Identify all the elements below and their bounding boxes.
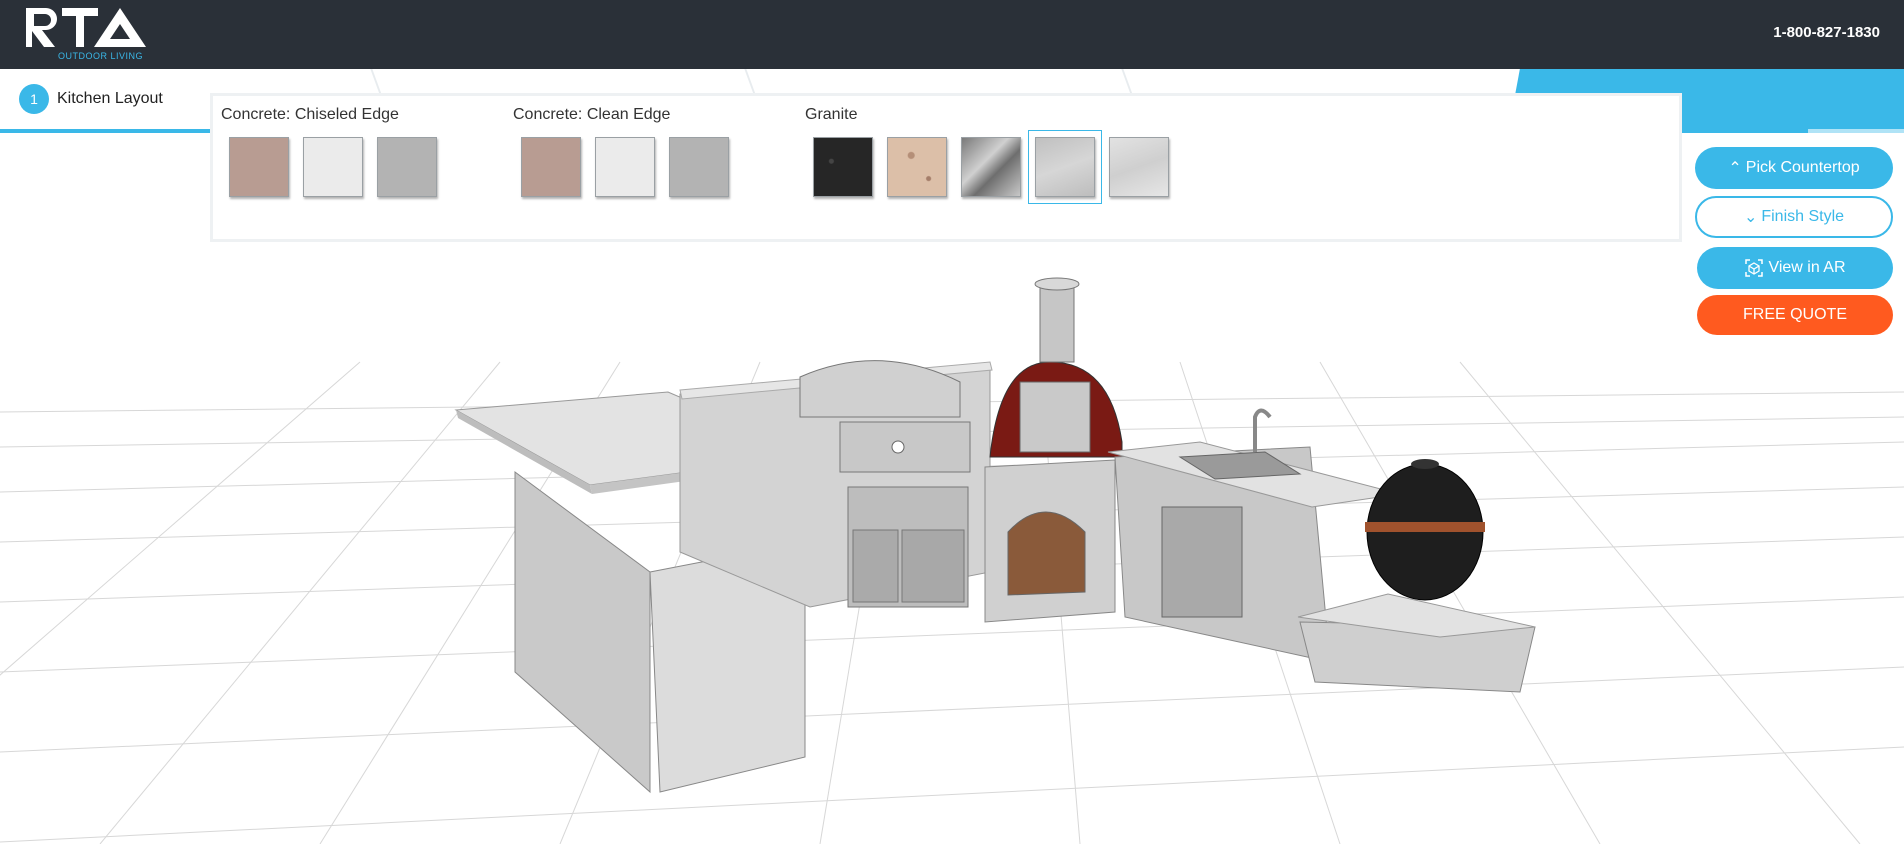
swatch-concrete-gray[interactable] xyxy=(377,137,437,197)
swatch-granite-marble-dark[interactable] xyxy=(961,137,1021,197)
swatch-row xyxy=(521,137,729,197)
button-label: Finish Style xyxy=(1761,208,1845,225)
top-header: OUTDOOR LIVING 1-800-827-1830 xyxy=(0,0,1904,69)
kitchen-3d-viewport[interactable] xyxy=(0,242,1904,844)
group-title: Concrete: Clean Edge xyxy=(513,106,671,123)
swatch-granite-white[interactable] xyxy=(1109,137,1169,197)
group-title: Concrete: Chiseled Edge xyxy=(221,106,399,123)
chevron-down-icon: ⌄ xyxy=(1743,209,1758,226)
step-final-underline xyxy=(1808,129,1904,133)
swatch-concrete-white[interactable] xyxy=(595,137,655,197)
group-title: Granite xyxy=(805,106,858,123)
step-label: Kitchen Layout xyxy=(57,90,163,107)
chimney-cap xyxy=(1034,277,1080,291)
countertop-group-granite: Granite xyxy=(805,106,1169,204)
swatch-row xyxy=(813,130,1169,204)
grill-drawer xyxy=(852,529,899,603)
swatch-granite-beige[interactable] xyxy=(887,137,947,197)
swatch-concrete-gray[interactable] xyxy=(669,137,729,197)
swatch-concrete-white[interactable] xyxy=(303,137,363,197)
swatch-granite-gray-selected[interactable] xyxy=(1028,130,1102,204)
phone-number[interactable]: 1-800-827-1830 xyxy=(1773,24,1880,41)
chevron-up-icon: ⌃ xyxy=(1728,160,1742,177)
swatch-granite-black[interactable] xyxy=(813,137,873,197)
button-label: Pick Countertop xyxy=(1745,159,1860,176)
kamado-handle xyxy=(1365,522,1485,532)
kamado-vent xyxy=(1411,459,1439,469)
grill-thermometer xyxy=(891,440,905,454)
swatch-concrete-tan[interactable] xyxy=(521,137,581,197)
swatch-row xyxy=(229,137,437,197)
sink-cabinet-doors[interactable] xyxy=(1161,506,1243,618)
step-number: 1 xyxy=(19,84,49,114)
countertop-group-chiseled: Concrete: Chiseled Edge xyxy=(221,106,437,197)
countertop-panel: Concrete: Chiseled Edge Concrete: Clean … xyxy=(210,93,1682,242)
pizza-oven-door xyxy=(1019,381,1091,453)
step-kitchen-layout[interactable]: 1 Kitchen Layout xyxy=(0,69,210,133)
pizza-oven-chimney xyxy=(1039,281,1075,363)
faucet xyxy=(1253,408,1272,452)
pick-countertop-button[interactable]: ⌃ Pick Countertop xyxy=(1695,147,1893,189)
swatch-concrete-tan[interactable] xyxy=(229,137,289,197)
finish-style-button[interactable]: ⌄ Finish Style xyxy=(1695,196,1893,238)
grill-body[interactable] xyxy=(839,421,971,473)
island-side xyxy=(514,471,651,794)
firewood-storage xyxy=(1007,511,1086,596)
logo-subtitle: OUTDOOR LIVING xyxy=(58,51,144,61)
countertop-group-clean: Concrete: Clean Edge xyxy=(513,106,729,197)
grill-door xyxy=(901,529,965,603)
